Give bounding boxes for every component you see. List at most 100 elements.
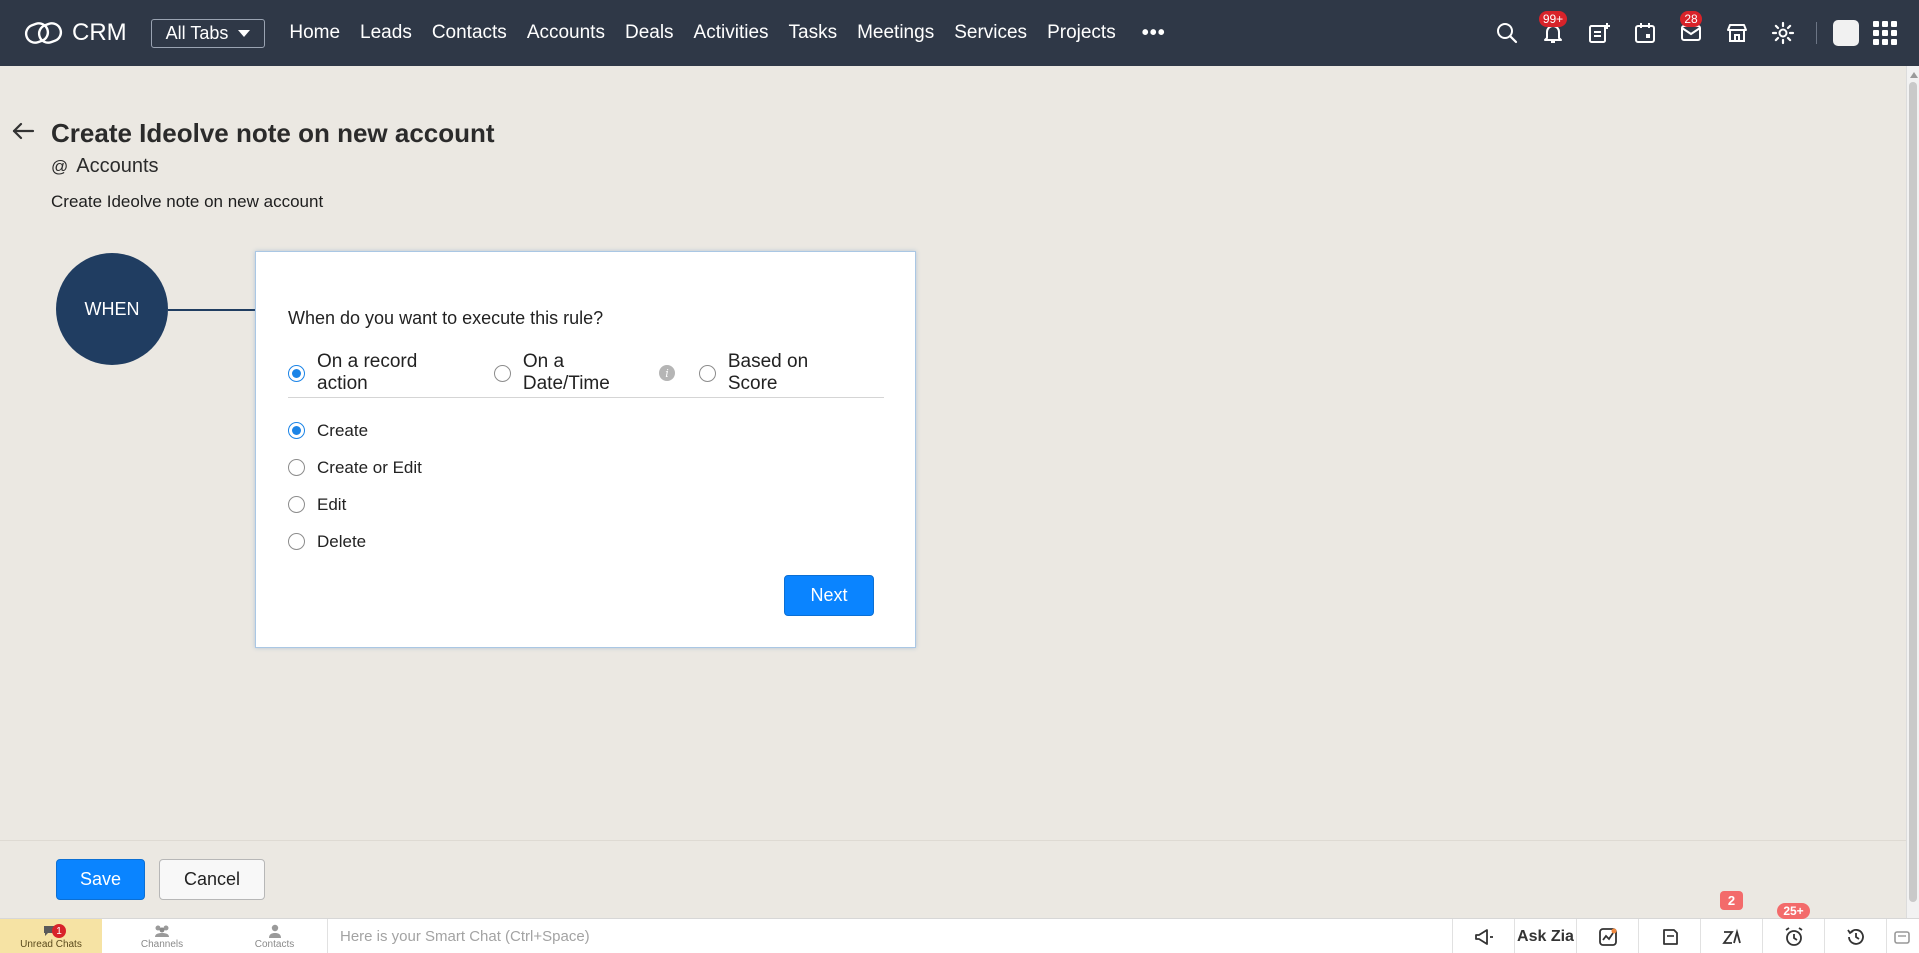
toolbar-divider — [1816, 22, 1817, 44]
marketplace-button[interactable] — [1714, 0, 1760, 66]
search-button[interactable] — [1484, 0, 1530, 66]
execution-question: When do you want to execute this rule? — [288, 308, 604, 328]
module-prefix: @ — [51, 157, 69, 176]
radio-record-action[interactable] — [288, 364, 305, 382]
action-delete[interactable]: Delete — [288, 523, 422, 560]
zia-icon — [1721, 928, 1741, 944]
unread-chats-badge: 1 — [52, 924, 66, 938]
trigger-record-action[interactable]: On a record action — [288, 351, 470, 394]
tab-meetings[interactable]: Meetings — [847, 22, 944, 44]
more-tabs-button[interactable]: ••• — [1142, 22, 1166, 45]
mail-badge: 28 — [1680, 11, 1702, 27]
search-icon — [1497, 23, 1518, 44]
analytics-button[interactable] — [1576, 919, 1638, 953]
back-arrow-icon[interactable] — [10, 118, 36, 144]
when-node-label: WHEN — [84, 298, 140, 319]
when-connector-line — [168, 309, 256, 311]
contacts-tab[interactable]: Contacts — [222, 919, 327, 953]
module-name: Accounts — [76, 155, 159, 177]
scroll-up-icon[interactable] — [1910, 72, 1918, 78]
unread-chats-label: Unread Chats — [20, 938, 82, 950]
action-delete-label: Delete — [317, 531, 367, 551]
calendar-button[interactable] — [1622, 0, 1668, 66]
scroll-thumb[interactable] — [1909, 82, 1917, 902]
feedback-icon — [1893, 930, 1910, 944]
radio-score[interactable] — [698, 364, 716, 382]
gear-icon — [1771, 21, 1795, 45]
radio-date-time[interactable] — [493, 364, 511, 382]
calendar-icon — [1635, 23, 1655, 43]
save-button[interactable]: Save — [56, 859, 145, 900]
action-edit-label: Edit — [317, 494, 347, 514]
tab-accounts[interactable]: Accounts — [517, 22, 615, 44]
trigger-score[interactable]: Based on Score — [698, 351, 860, 394]
trigger-type-options: On a record action On a Date/Time i Base… — [288, 351, 884, 398]
action-create-or-edit-label: Create or Edit — [317, 457, 422, 477]
tab-projects[interactable]: Projects — [1037, 22, 1126, 44]
ask-zia-button[interactable]: Ask Zia — [1514, 919, 1576, 953]
rule-description: Create Ideolve note on new account — [51, 192, 324, 211]
tab-contacts[interactable]: Contacts — [422, 22, 517, 44]
notifications-badge: 99+ — [1538, 11, 1568, 27]
action-edit[interactable]: Edit — [288, 486, 422, 523]
radio-create-or-edit[interactable] — [288, 459, 305, 476]
notifications-button[interactable]: 99+ — [1530, 0, 1576, 66]
note-icon — [1662, 928, 1678, 945]
page-scrollbar[interactable] — [1906, 66, 1919, 918]
top-navigation-bar: CRM All Tabs Home Leads Contacts Account… — [0, 0, 1919, 66]
notes-button[interactable] — [1638, 919, 1700, 953]
execution-rule-card: When do you want to execute this rule? O… — [255, 251, 916, 648]
channels-icon — [155, 925, 169, 937]
trigger-date-time[interactable]: On a Date/Time i — [493, 351, 675, 394]
channels-label: Channels — [140, 938, 184, 950]
alarm-clock-icon — [1785, 926, 1802, 946]
tab-home[interactable]: Home — [279, 22, 350, 44]
trigger-score-label: Based on Score — [727, 351, 809, 394]
info-icon[interactable]: i — [659, 365, 675, 381]
form-footer — [0, 840, 1908, 918]
history-icon — [1846, 928, 1864, 945]
announcements-button[interactable] — [1452, 919, 1514, 953]
module-label: @ Accounts — [51, 155, 159, 178]
recent-history-button[interactable] — [1824, 919, 1886, 953]
channels-tab[interactable]: Channels — [102, 919, 222, 953]
store-icon — [1727, 24, 1747, 42]
reminders-button[interactable]: 25+ — [1762, 903, 1824, 953]
contacts-label: Contacts — [254, 938, 295, 950]
crm-logo-icon — [24, 22, 63, 44]
zia-badge: 2 — [1719, 891, 1744, 910]
smart-chat-input[interactable]: Here is your Smart Chat (Ctrl+Space) — [327, 919, 1452, 953]
add-note-icon — [1589, 23, 1610, 43]
new-record-button[interactable] — [1576, 0, 1622, 66]
tab-deals[interactable]: Deals — [615, 22, 684, 44]
tab-activities[interactable]: Activities — [684, 22, 779, 44]
trigger-record-action-label: On a record action — [317, 351, 418, 394]
module-tabs: Home Leads Contacts Accounts Deals Activ… — [279, 22, 1125, 44]
all-tabs-label: All Tabs — [165, 22, 229, 43]
apps-grid-icon[interactable] — [1873, 21, 1897, 45]
action-create-label: Create — [317, 420, 369, 440]
crm-logo[interactable]: CRM — [24, 19, 127, 47]
feedback-button[interactable] — [1886, 919, 1916, 953]
all-tabs-dropdown[interactable]: All Tabs — [150, 18, 266, 48]
user-avatar[interactable] — [1833, 20, 1859, 46]
bottom-right-tools: Ask Zia 2 25+ — [1452, 891, 1916, 953]
when-node[interactable]: WHEN — [56, 253, 168, 365]
tab-services[interactable]: Services — [944, 22, 1037, 44]
radio-delete[interactable] — [288, 533, 305, 550]
radio-create[interactable] — [288, 422, 305, 439]
cancel-button[interactable]: Cancel — [159, 859, 265, 900]
mail-button[interactable]: 28 — [1668, 0, 1714, 66]
action-create[interactable]: Create — [288, 412, 422, 449]
top-right-icons: 99+ 28 — [1484, 0, 1919, 66]
crm-logo-text: CRM — [72, 19, 127, 46]
radio-edit[interactable] — [288, 496, 305, 513]
settings-button[interactable] — [1760, 0, 1806, 66]
unread-chats-tab[interactable]: Unread Chats 1 — [0, 919, 102, 953]
tab-tasks[interactable]: Tasks — [779, 22, 848, 44]
action-create-or-edit[interactable]: Create or Edit — [288, 449, 422, 486]
next-button[interactable]: Next — [784, 575, 874, 616]
tab-leads[interactable]: Leads — [350, 22, 422, 44]
zia-button[interactable]: 2 — [1700, 891, 1762, 953]
record-action-options: Create Create or Edit Edit Delete — [288, 412, 422, 560]
